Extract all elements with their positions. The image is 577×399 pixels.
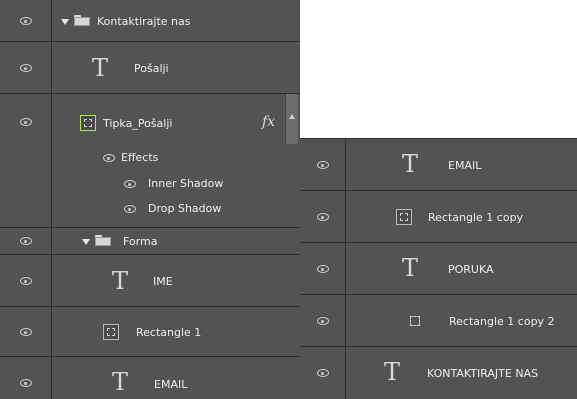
eye-icon[interactable]	[20, 118, 32, 126]
visibility-column	[300, 139, 346, 190]
eye-icon[interactable]	[20, 277, 32, 285]
eye-icon[interactable]	[20, 379, 32, 387]
shape-outline-icon	[407, 313, 423, 329]
visibility-column	[0, 255, 52, 306]
eye-icon[interactable]	[124, 180, 136, 188]
visibility-column	[0, 0, 52, 41]
eye-icon[interactable]	[20, 237, 32, 245]
layer-name: KONTAKTIRAJTE NAS	[427, 367, 539, 380]
layer-row-text-ime[interactable]: T IME	[0, 255, 300, 307]
visibility-column	[0, 148, 52, 227]
folder-icon	[95, 235, 111, 246]
eye-icon[interactable]	[317, 369, 329, 377]
layer-row-shape-rectangle-1-copy-2[interactable]: Rectangle 1 copy 2	[300, 295, 577, 347]
effect-inner-shadow[interactable]: Inner Shadow	[148, 177, 223, 190]
shape-thumbnail-icon	[80, 115, 96, 131]
visibility-column	[300, 191, 346, 242]
layer-name: Rectangle 1 copy 2	[449, 315, 555, 328]
visibility-column	[300, 347, 346, 399]
layer-row-group-forma[interactable]: Forma	[0, 227, 300, 255]
visibility-column	[300, 243, 346, 294]
eye-icon[interactable]	[317, 265, 329, 273]
effect-drop-shadow[interactable]: Drop Shadow	[148, 202, 221, 215]
layer-row-group-kontaktirajte-nas[interactable]: Kontaktirajte nas	[0, 0, 300, 42]
eye-icon[interactable]	[20, 64, 32, 72]
visibility-column	[0, 94, 52, 148]
layer-row-text-kontaktirajte-nas[interactable]: T KONTAKTIRAJTE NAS	[300, 347, 577, 399]
visibility-column	[0, 307, 52, 356]
layer-name: EMAIL	[154, 378, 188, 391]
eye-icon[interactable]	[103, 154, 115, 162]
layers-panel-left: Kontaktirajte nas T Pošalji Tipka_Pošalj…	[0, 0, 300, 399]
text-layer-icon: T	[384, 358, 401, 386]
visibility-column	[0, 42, 52, 93]
layer-name: PORUKA	[448, 263, 494, 276]
eye-icon[interactable]	[317, 213, 329, 221]
shape-thumbnail-icon	[396, 209, 412, 225]
layer-name: Forma	[123, 235, 158, 248]
text-layer-icon: T	[402, 150, 419, 178]
eye-icon[interactable]	[317, 317, 329, 325]
text-layer-icon: T	[112, 267, 129, 295]
layer-row-shape-rectangle-1-copy[interactable]: Rectangle 1 copy	[300, 191, 577, 243]
visibility-column	[0, 357, 52, 399]
eye-icon[interactable]	[124, 205, 136, 213]
layer-row-text-email[interactable]: T EMAIL	[300, 139, 577, 191]
text-layer-icon: T	[92, 54, 109, 82]
layer-name: Rectangle 1	[136, 326, 202, 339]
expand-triangle-icon[interactable]	[61, 19, 69, 25]
scroll-up-arrow-icon[interactable]	[289, 114, 295, 119]
layer-row-shape-rectangle-1[interactable]: Rectangle 1	[0, 307, 300, 357]
layer-row-text-poruka[interactable]: T PORUKA	[300, 243, 577, 295]
eye-icon[interactable]	[20, 328, 32, 336]
layer-name: Pošalji	[134, 62, 169, 75]
visibility-column	[0, 228, 52, 254]
layer-effects-group: Effects Inner Shadow Drop Shadow	[0, 148, 300, 227]
layer-row-shape-tipka-posalji[interactable]: Tipka_Pošalji fx	[0, 94, 300, 148]
eye-icon[interactable]	[20, 17, 32, 25]
fx-icon[interactable]: fx	[262, 114, 275, 130]
eye-icon[interactable]	[317, 161, 329, 169]
layer-row-text-email[interactable]: T EMAIL	[0, 357, 300, 399]
scrollbar-thumb[interactable]	[285, 94, 298, 144]
folder-icon	[74, 15, 90, 26]
layer-name: EMAIL	[448, 159, 482, 172]
shape-thumbnail-icon	[103, 324, 119, 340]
effects-label: Effects	[121, 151, 159, 164]
layer-name: IME	[153, 275, 173, 288]
layer-row-text-posalji[interactable]: T Pošalji	[0, 42, 300, 94]
layer-name: Rectangle 1 copy	[428, 211, 524, 224]
layer-name: Kontaktirajte nas	[97, 15, 191, 28]
layers-panel-right: T EMAIL Rectangle 1 copy T PORUKA Rectan…	[300, 138, 577, 399]
layer-name: Tipka_Pošalji	[103, 117, 173, 130]
expand-triangle-icon[interactable]	[82, 239, 90, 245]
text-layer-icon: T	[402, 254, 419, 282]
text-layer-icon: T	[112, 368, 129, 396]
visibility-column	[300, 295, 346, 346]
